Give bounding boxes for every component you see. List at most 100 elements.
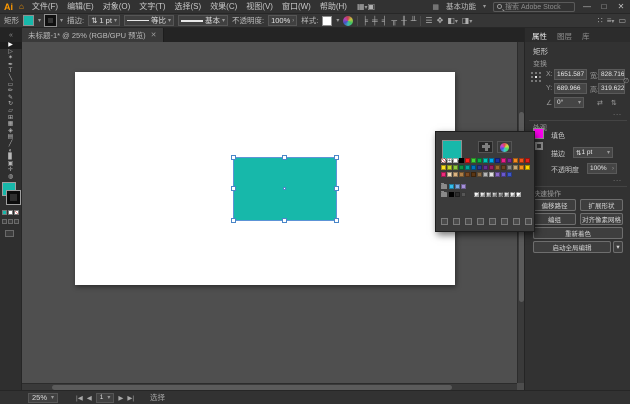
swatch-libraries-icon[interactable] (441, 218, 448, 225)
selected-rectangle[interactable] (231, 155, 339, 223)
y-field[interactable]: 689.966 (554, 83, 587, 94)
next-artboard-icon[interactable]: ▶ (118, 394, 123, 402)
draw-inside-icon[interactable] (14, 219, 19, 224)
gradient-swatch[interactable] (486, 192, 491, 197)
align-h-center-icon[interactable]: ╪ (372, 16, 378, 25)
document-setup-icon[interactable]: ▣ (368, 2, 376, 11)
handle-top-right[interactable] (334, 155, 339, 160)
menu-item[interactable]: 编辑(E) (67, 1, 94, 12)
x-field[interactable]: 1651.587 (554, 69, 587, 80)
color-themes-icon[interactable] (453, 218, 460, 225)
align-v-center-icon[interactable]: ╫ (401, 16, 407, 25)
gradient-swatch[interactable] (474, 192, 479, 197)
menu-item[interactable]: 对象(O) (103, 1, 131, 12)
last-artboard-icon[interactable]: ▶| (127, 394, 134, 402)
tool-pen[interactable]: ✒ (0, 62, 22, 69)
swatch[interactable] (495, 172, 500, 177)
swatch[interactable] (477, 165, 482, 170)
swatch[interactable] (465, 172, 470, 177)
swatch[interactable] (459, 158, 464, 163)
align-left-icon[interactable]: ╞ (362, 16, 368, 25)
swatch[interactable] (519, 165, 524, 170)
panel-tab[interactable]: 图层 (557, 31, 572, 42)
prev-artboard-icon[interactable]: ◀ (87, 394, 92, 402)
tool-rotate[interactable]: ↻ (0, 101, 22, 108)
gradient-swatch[interactable] (498, 192, 503, 197)
color-group-folder-icon[interactable] (441, 183, 447, 189)
swatch[interactable] (483, 172, 488, 177)
style-chevron-icon[interactable]: ▾ (336, 17, 339, 24)
align-pixel-grid-button[interactable]: 对齐像素网格 (580, 213, 623, 225)
tool-scale[interactable]: ▱ (0, 108, 22, 115)
stroke-swatch[interactable] (6, 190, 21, 205)
opacity-field[interactable]: 100% › (587, 163, 617, 174)
swatch[interactable] (471, 165, 476, 170)
stock-search-input[interactable]: 搜索 Adobe Stock (493, 1, 575, 12)
global-edit-options-icon[interactable]: ▾ (613, 241, 623, 253)
zoom-level-field[interactable]: 25% ▾ (28, 392, 59, 403)
gradient-swatch[interactable] (504, 192, 509, 197)
flip-vertical-icon[interactable]: ⇅ (611, 99, 617, 107)
stroke-color-swatch[interactable] (44, 14, 58, 27)
align-bottom-icon[interactable]: ╨ (411, 16, 417, 25)
swatch[interactable] (453, 165, 458, 170)
swatch[interactable] (519, 158, 524, 163)
gradient-swatch[interactable] (480, 192, 485, 197)
color-button[interactable] (2, 210, 7, 215)
swatch[interactable] (489, 158, 494, 163)
none-button[interactable] (14, 210, 19, 215)
swatch[interactable] (455, 184, 460, 189)
menu-item[interactable]: 文字(T) (139, 1, 165, 12)
width-field[interactable]: 828.716 (598, 69, 625, 80)
tool-paintbrush[interactable]: ✏ (0, 88, 22, 95)
swatch[interactable] (483, 158, 488, 163)
swatch[interactable] (513, 165, 518, 170)
distribute-icon[interactable]: ☰ (425, 16, 432, 25)
stroke-weight-field[interactable]: ⇅ 1 pt ▾ (88, 15, 120, 26)
document-tab[interactable]: 未标题-1* @ 25% (RGB/GPU 预览) ✕ (22, 28, 164, 42)
gradient-swatch[interactable] (516, 192, 521, 197)
swatch[interactable] (453, 158, 458, 163)
swatch[interactable] (441, 172, 446, 177)
gradient-button[interactable] (8, 210, 13, 215)
swatch[interactable] (453, 172, 458, 177)
stroke-weight-field[interactable]: ⇅ 1 pt ▾ (573, 147, 613, 158)
swatch[interactable] (459, 165, 464, 170)
delete-swatch-icon[interactable] (525, 218, 532, 225)
menu-item[interactable]: 帮助(H) (320, 1, 347, 12)
recolor-artwork-icon[interactable] (343, 15, 354, 26)
swatch[interactable] (501, 158, 506, 163)
new-color-group-icon[interactable] (501, 218, 508, 225)
color-group-folder-icon[interactable] (441, 191, 447, 197)
tool-mesh[interactable]: ◈ (0, 128, 22, 135)
tool-hand[interactable]: ✛ (0, 167, 22, 174)
stroke-chevron-icon[interactable]: ▾ (60, 17, 63, 24)
swatches-view-tab[interactable] (478, 141, 493, 153)
minimize-button[interactable]: — (582, 2, 592, 11)
handle-bottom-right[interactable] (334, 218, 339, 223)
shape-mode-icon[interactable]: ◧▾ (447, 16, 458, 25)
recolor-button[interactable]: 重新着色 (533, 227, 623, 239)
swatch[interactable] (447, 172, 452, 177)
swatch[interactable] (495, 158, 500, 163)
tool-rectangle[interactable]: ▭ (0, 82, 22, 89)
transform-more-options[interactable]: ... (613, 110, 622, 117)
swatch[interactable] (501, 172, 506, 177)
opacity-field[interactable]: 100% › (268, 15, 298, 26)
swatch[interactable] (441, 165, 446, 170)
close-button[interactable]: ✕ (616, 2, 626, 11)
swatch[interactable] (455, 192, 460, 197)
handle-top-center[interactable] (282, 155, 287, 160)
panel-tab[interactable]: 库 (582, 31, 590, 42)
swatch[interactable] (495, 165, 500, 170)
swatch[interactable] (447, 165, 452, 170)
draw-behind-icon[interactable] (8, 219, 13, 224)
handle-top-left[interactable] (231, 155, 236, 160)
swatch[interactable] (501, 165, 506, 170)
expand-shape-button[interactable]: 扩展形状 (580, 199, 623, 211)
collapse-panels-icon[interactable]: ▭ (618, 16, 626, 25)
fill-chevron-icon[interactable]: ▾ (38, 17, 41, 24)
workspace-switcher[interactable]: 基本功能 (446, 1, 476, 12)
swatch[interactable] (459, 172, 464, 177)
tool-magic-wand[interactable]: ✶ (0, 55, 22, 62)
